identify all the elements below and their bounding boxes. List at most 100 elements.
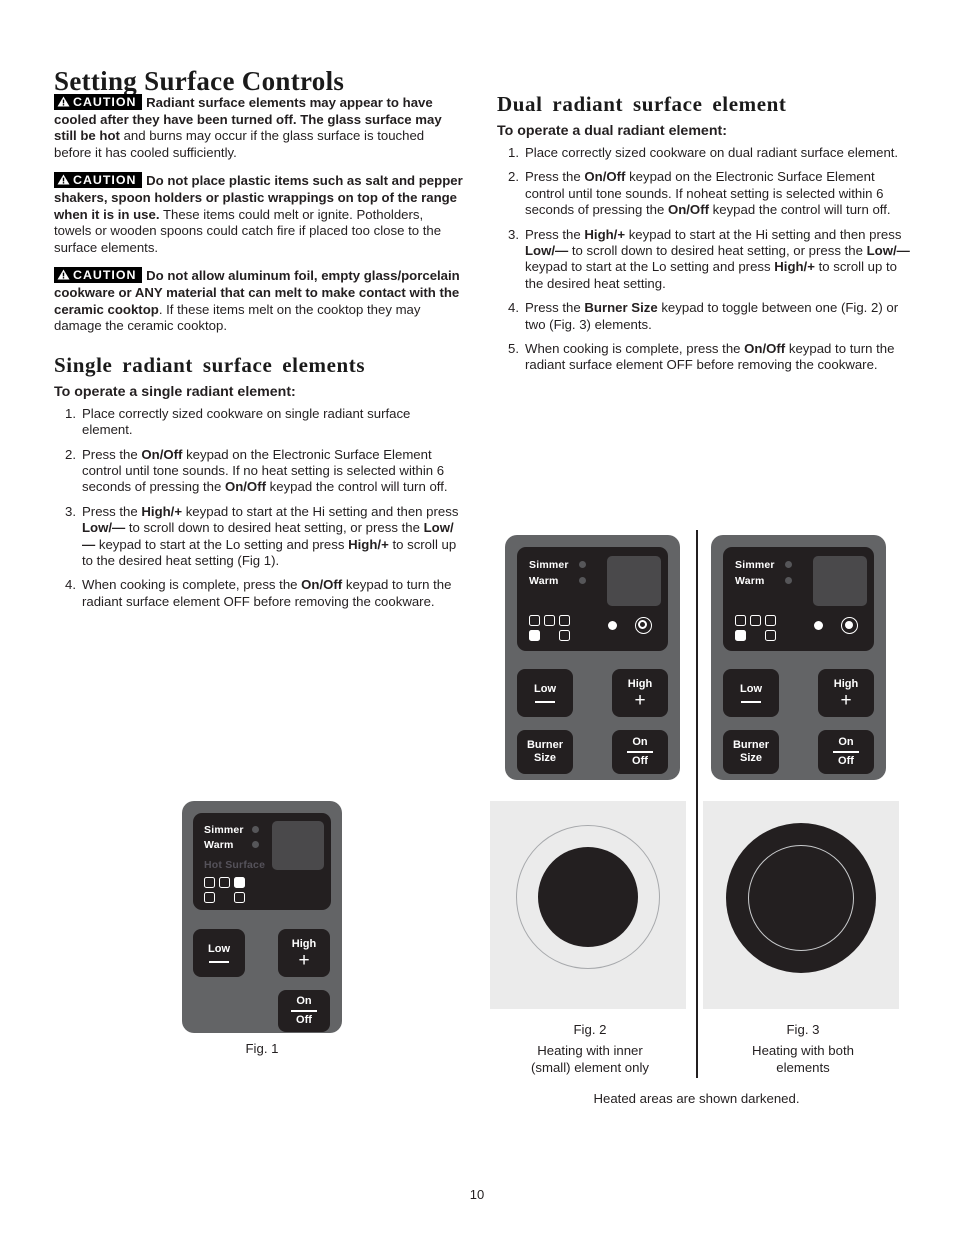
warm-indicator-dot [252,841,259,848]
right-column: Dual radiant surface element To operate … [497,92,912,382]
warm-indicator-dot [785,577,792,584]
minus-icon [741,701,761,703]
warning-triangle-icon [57,96,70,107]
figure-3-desc-line2: elements [776,1060,830,1075]
step-text: keypad to start at the Lo setting and pr… [95,536,349,552]
panel-display-screen: Simmer Warm [723,547,874,651]
key-on-label: On [296,995,312,1008]
step-item: 1. Place correctly sized cookware on sing… [54,406,464,439]
caution-badge-text: CAUTION [73,268,137,283]
element-square-2 [544,615,555,626]
label-warm: Warm [735,575,765,587]
key-high[interactable]: High + [818,669,874,717]
key-on-off[interactable]: On Off [278,990,330,1032]
burner-inner-element-heated [538,847,638,947]
label-simmer: Simmer [529,559,569,571]
element-square-1 [204,877,215,888]
step-keypad-name: On/Off [301,577,343,593]
step-text: Press the [82,503,142,519]
label-warm: Warm [204,839,234,851]
panel-display-screen: Simmer Warm [517,547,668,651]
step-keypad-name: High/+ [348,536,389,552]
dual-element-inner-donut [638,620,648,630]
warning-triangle-icon [57,269,70,280]
document-page: Setting Surface Controls CAUTION Radiant… [0,0,954,1235]
step-number: 4. [508,300,519,316]
step-number: 3. [508,226,519,242]
key-low-label: Low [534,683,556,695]
dual-element-inner-solid [844,620,853,629]
step-item: 3. Press the High/+ keypad to start at th… [497,227,912,293]
step-number: 1. [65,405,76,421]
figure-1-caption: Fig. 1 [245,1041,279,1056]
key-burner-size[interactable]: Burner Size [517,730,573,774]
step-number: 2. [65,446,76,462]
element-square-3 [765,615,776,626]
caution-badge-text: CAUTION [73,173,137,188]
step-text: Place correctly sized cookware on dual r… [525,145,899,160]
key-low[interactable]: Low [723,669,779,717]
inner-element-dot-icon [814,621,823,630]
step-keypad-name: On/Off [744,341,786,357]
step-text: to scroll down to desired heat setting, … [568,243,867,259]
burner-illustration-inner-only [490,801,686,1009]
figure-2-desc-line1: Heating with inner [537,1043,643,1058]
figure-3-caption-block: Fig. 3 Heating with both elements [703,1021,903,1076]
key-low[interactable]: Low [517,669,573,717]
inner-element-dot-icon [608,621,617,630]
key-on-off[interactable]: On Off [818,730,874,774]
caution-block-1: CAUTION Radiant surface elements may app… [54,94,464,161]
element-square-4-active [529,630,540,641]
key-low-label: Low [740,683,762,695]
element-square-5 [559,630,570,641]
step-keypad-name: On/Off [584,169,626,185]
label-hot-surface: Hot Surface [204,859,266,871]
key-high[interactable]: High + [612,669,668,717]
step-item: 4. When cooking is complete, press the On… [54,577,464,610]
key-burner-label-line2: Size [739,752,762,764]
key-off-label: Off [838,754,854,767]
key-high[interactable]: High + [278,929,330,977]
key-on-off[interactable]: On Off [612,730,668,774]
sub-heading-dual: To operate a dual radiant element: [497,123,727,139]
section-heading-single: Single radiant surface elements [54,352,366,377]
step-text: keypad the control will turn off. [265,479,448,495]
control-panel-dual-both[interactable]: Simmer Warm Low High + Burner Size On Of… [711,535,886,780]
digit-display [607,556,661,606]
minus-icon [209,961,229,963]
control-panel-dual-inner[interactable]: Simmer Warm Low High + Burner Size On Of… [505,535,680,780]
element-square-1 [735,615,746,626]
caution-badge: CAUTION [54,267,143,284]
element-square-1 [529,615,540,626]
key-burner-label-line2: Size [533,752,556,764]
element-square-2 [750,615,761,626]
step-text: When cooking is complete, press the [82,577,302,593]
figure-3-desc-line1: Heating with both [752,1043,854,1058]
dual-element-ring-icon [635,617,652,634]
plus-icon: + [298,950,310,971]
warm-indicator-dot [579,577,586,584]
onoff-divider [627,751,653,753]
step-number: 5. [508,341,519,357]
step-item: 1. Place correctly sized cookware on dual… [497,145,912,161]
key-low[interactable]: Low [193,929,245,977]
element-square-5 [765,630,776,641]
element-square-5 [234,892,245,903]
label-warm: Warm [529,575,559,587]
step-keypad-name: Low/— [866,243,910,259]
step-item: 2. Press the On/Off keypad on the Electro… [497,169,912,218]
control-panel-single[interactable]: Simmer Warm Hot Surface Low High + On Of… [182,801,342,1033]
step-number: 3. [65,503,76,519]
figure-2-desc-line2: (small) element only [531,1060,649,1075]
figure-2-caption: Fig. 2 [573,1022,607,1037]
key-burner-label-line1: Burner [732,739,770,751]
warning-triangle-icon [57,174,70,185]
digit-display [272,821,324,870]
step-item: 5. When cooking is complete, press the On… [497,341,912,374]
figure-3-caption: Fig. 3 [786,1022,820,1037]
section-heading-dual: Dual radiant surface element [497,92,787,116]
key-burner-size[interactable]: Burner Size [723,730,779,774]
key-on-label: On [838,736,854,749]
key-off-label: Off [632,754,648,767]
plus-icon: + [840,690,852,711]
